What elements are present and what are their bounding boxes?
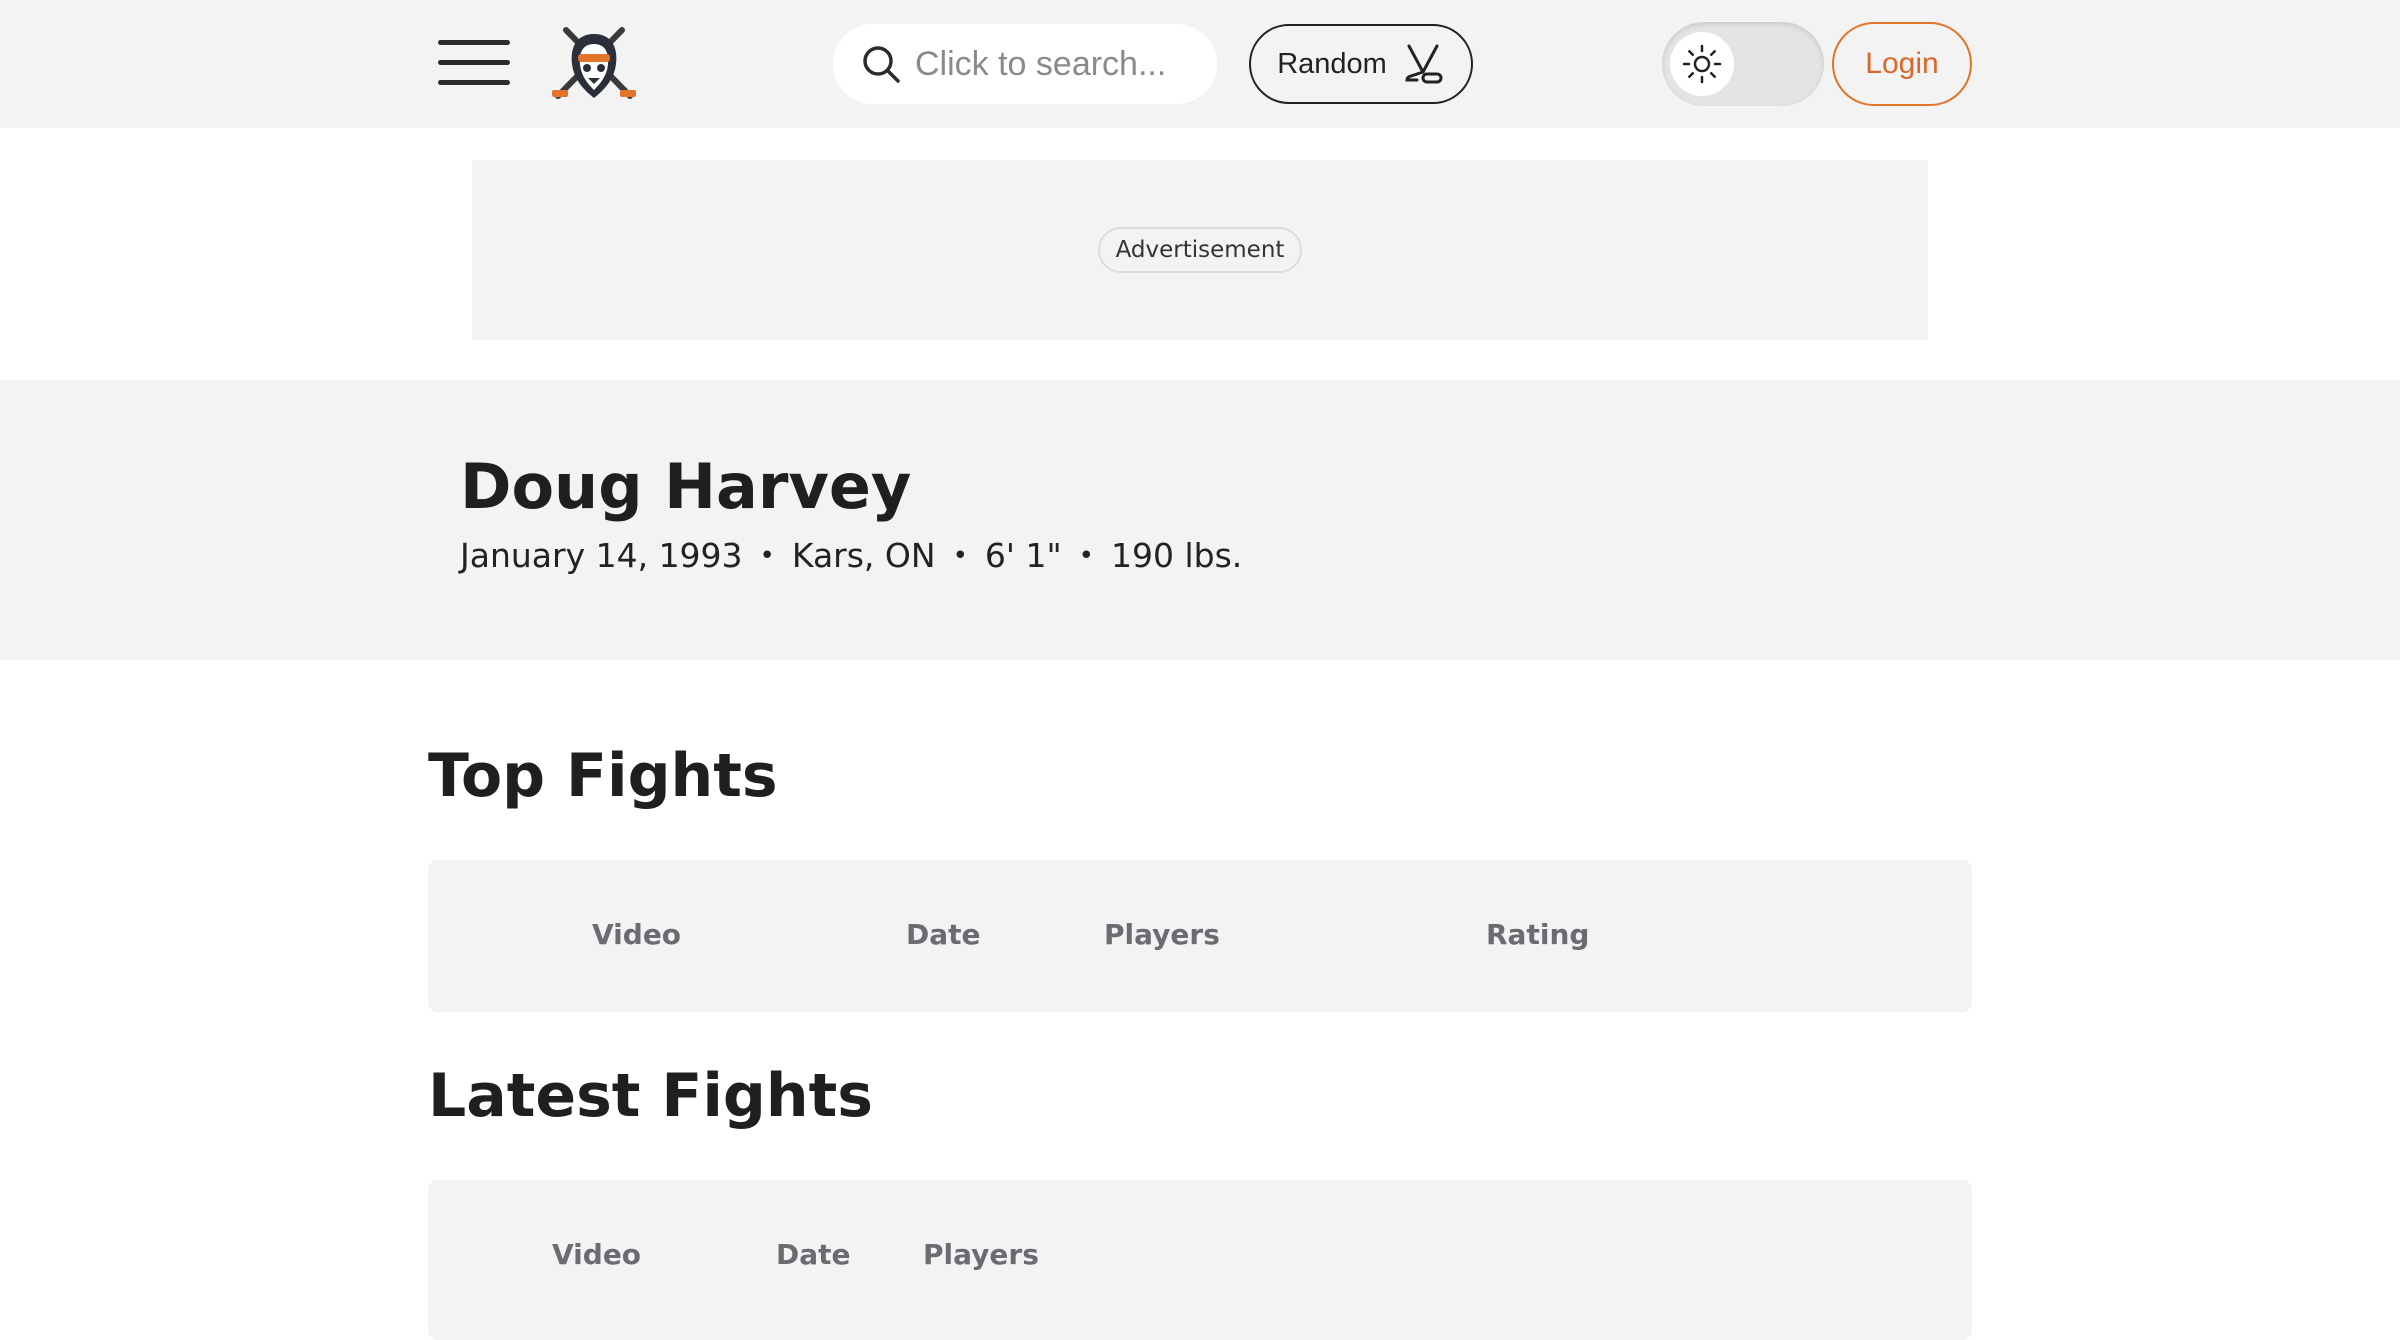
site-logo[interactable] (548, 24, 640, 104)
column-header-players[interactable]: Players (923, 1238, 1039, 1271)
player-hometown: Kars, ON (791, 536, 936, 575)
advertisement-label: Advertisement (1098, 227, 1302, 273)
column-header-rating[interactable]: Rating (1486, 918, 1589, 951)
login-button[interactable]: Login (1832, 22, 1972, 106)
top-fights-title: Top Fights (428, 741, 778, 811)
theme-toggle[interactable] (1662, 22, 1824, 106)
player-name: Doug Harvey (460, 450, 912, 523)
player-weight: 190 lbs. (1111, 536, 1243, 575)
menu-icon[interactable] (438, 38, 514, 90)
column-header-players[interactable]: Players (1104, 918, 1220, 951)
menu-icon-bar (438, 60, 510, 65)
search-placeholder: Click to search... (915, 44, 1167, 83)
separator-dot: • (952, 540, 968, 571)
player-height: 6' 1" (984, 536, 1062, 575)
column-header-video[interactable]: Video (592, 918, 681, 951)
hockey-sticks-icon (1405, 44, 1443, 84)
random-button[interactable]: Random (1249, 24, 1473, 104)
column-header-date[interactable]: Date (906, 918, 981, 951)
latest-fights-table-header: Video Date Players (428, 1180, 1972, 1340)
player-header (0, 380, 2400, 660)
separator-dot: • (759, 540, 775, 571)
latest-fights-title: Latest Fights (428, 1061, 873, 1131)
menu-icon-bar (438, 40, 510, 45)
player-birth-date: January 14, 1993 (460, 536, 743, 575)
menu-icon-bar (438, 80, 510, 85)
column-header-date[interactable]: Date (776, 1238, 851, 1271)
theme-toggle-knob (1670, 32, 1734, 96)
column-header-video[interactable]: Video (552, 1238, 641, 1271)
top-navigation-bar: Click to search... Random Login (0, 0, 2400, 128)
search-icon (863, 46, 900, 83)
top-fights-table-header: Video Date Players Rating (428, 860, 1972, 1012)
sun-icon (1682, 44, 1722, 84)
separator-dot: • (1078, 540, 1094, 571)
random-button-label: Random (1277, 47, 1387, 80)
search-bar[interactable]: Click to search... (833, 24, 1217, 104)
player-details: January 14, 1993 • Kars, ON • 6' 1" • 19… (460, 536, 1242, 575)
